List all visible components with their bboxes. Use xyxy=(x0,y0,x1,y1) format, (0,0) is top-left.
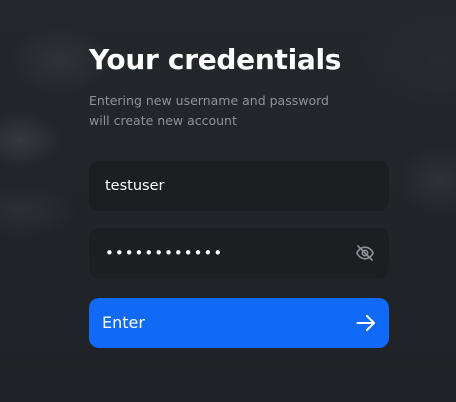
username-field-container xyxy=(89,161,389,211)
password-input[interactable] xyxy=(105,228,345,278)
username-input[interactable] xyxy=(105,161,345,211)
credentials-form: Your credentials Entering new username a… xyxy=(89,40,389,348)
page-title: Your credentials xyxy=(89,43,342,76)
arrow-right-icon xyxy=(355,312,377,334)
password-field-container xyxy=(89,228,389,278)
eye-off-icon[interactable] xyxy=(355,243,375,263)
form-subtitle: Entering new username and password will … xyxy=(89,93,329,128)
enter-button[interactable]: Enter xyxy=(89,298,389,348)
enter-button-label: Enter xyxy=(102,313,145,332)
